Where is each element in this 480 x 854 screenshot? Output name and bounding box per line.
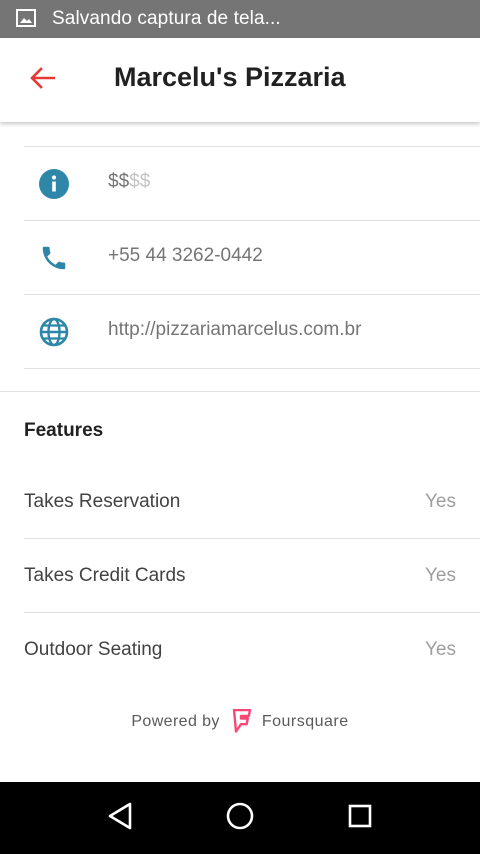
- image-icon: [16, 9, 36, 27]
- back-button[interactable]: [22, 60, 62, 100]
- website-link[interactable]: http://pizzariamarcelus.com.br: [108, 319, 361, 341]
- clipped-row: [24, 122, 480, 147]
- nav-back-triangle-icon: [105, 801, 135, 836]
- foursquare-brand: Foursquare: [261, 713, 349, 730]
- price-level: $$$$: [108, 171, 150, 193]
- foursquare-logo-icon: [232, 708, 252, 735]
- feature-row: Takes Reservation Yes: [24, 464, 480, 539]
- price-row: $$$$: [24, 146, 480, 221]
- feature-value: Yes: [425, 565, 456, 586]
- features-title: Features: [24, 420, 104, 441]
- navigation-bar: [0, 782, 480, 854]
- nav-recents-square-icon: [345, 801, 375, 836]
- feature-value: Yes: [425, 639, 456, 660]
- price-level-active: $$: [108, 171, 130, 192]
- feature-value: Yes: [425, 491, 456, 512]
- feature-name: Takes Reservation: [24, 491, 181, 512]
- nav-recents-button[interactable]: [342, 800, 378, 836]
- info-icon: [36, 166, 72, 202]
- powered-by-label: Powered by: [131, 713, 220, 730]
- globe-icon: [36, 314, 72, 350]
- feature-row: Outdoor Seating Yes: [24, 612, 480, 686]
- nav-back-button[interactable]: [102, 800, 138, 836]
- venue-details: $$$$ +55 44 3262-0442 http://pizzariamar…: [0, 122, 480, 782]
- nav-home-button[interactable]: [222, 800, 258, 836]
- phone-icon: [36, 240, 72, 276]
- phone-row[interactable]: +55 44 3262-0442: [24, 220, 480, 295]
- feature-name: Takes Credit Cards: [24, 565, 186, 586]
- status-bar: Salvando captura de tela...: [0, 0, 480, 38]
- app-bar: Marcelu's Pizzaria: [0, 38, 480, 122]
- feature-name: Outdoor Seating: [24, 639, 163, 660]
- page-title: Marcelu's Pizzaria: [114, 62, 346, 92]
- nav-home-circle-icon: [225, 801, 255, 836]
- phone-number[interactable]: +55 44 3262-0442: [108, 245, 263, 267]
- foursquare-attribution[interactable]: Powered by Foursquare: [0, 706, 480, 738]
- feature-row: Takes Credit Cards Yes: [24, 538, 480, 613]
- arrow-back-icon: [29, 66, 56, 94]
- website-row[interactable]: http://pizzariamarcelus.com.br: [24, 294, 480, 369]
- status-text: Salvando captura de tela...: [52, 8, 281, 29]
- section-divider: [0, 391, 480, 392]
- price-level-inactive: $$: [129, 171, 151, 192]
